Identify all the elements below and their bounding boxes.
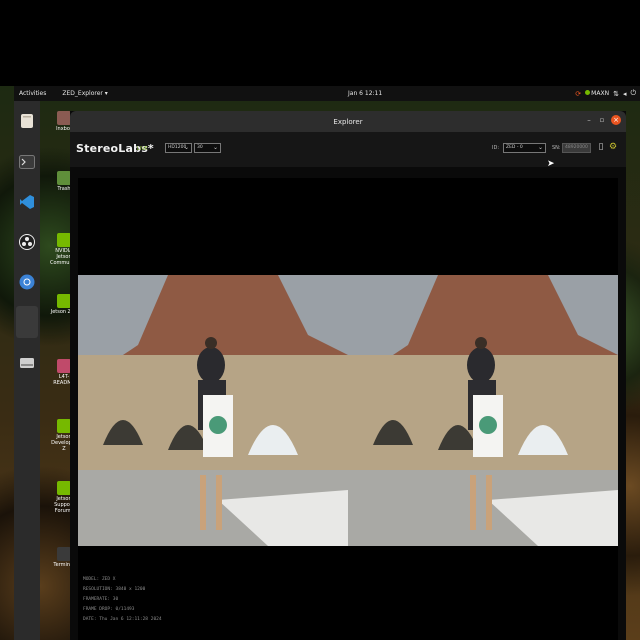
home-folder-icon: [57, 111, 71, 125]
volume-icon[interactable]: ◂: [623, 90, 627, 98]
right-camera-view: [348, 275, 618, 546]
drive-icon[interactable]: [18, 354, 36, 372]
power-icon[interactable]: ⏻: [630, 89, 636, 98]
activities-button[interactable]: Activities: [19, 90, 46, 97]
live-badge: LIVE: [137, 146, 148, 152]
vscode-icon[interactable]: [18, 193, 36, 211]
close-button[interactable]: ×: [611, 115, 621, 125]
info-resolution: RESOLUTION: 3840 x 1200: [83, 587, 146, 592]
top-bar: Activities ZED_Explorer ▾ Jan 6 12:11 ⟳ …: [14, 86, 640, 101]
maximize-button[interactable]: ▫: [598, 116, 606, 124]
chevron-down-icon: ⌄: [212, 144, 218, 151]
terminal-icon: [57, 547, 71, 561]
nvidia-icon: [585, 90, 591, 95]
files-icon[interactable]: [18, 112, 36, 130]
network-icon[interactable]: ⇅: [613, 90, 619, 98]
window-titlebar[interactable]: Explorer – ▫ ×: [70, 111, 626, 132]
mouse-cursor-icon: ➤: [547, 159, 555, 169]
resolution-select[interactable]: HD1200 ⌄: [165, 143, 192, 153]
explorer-window: Explorer – ▫ × StereoLabs* LIVE HD1200 ⌄…: [70, 111, 626, 640]
desktop-icon-label: Trash: [57, 186, 71, 192]
update-icon[interactable]: ⟳: [575, 90, 581, 98]
info-model: MODEL: ZED X: [83, 577, 116, 582]
app-menu[interactable]: ZED_Explorer ▾: [62, 90, 107, 97]
info-framerate: FRAMERATE: 30: [83, 597, 119, 602]
info-frame-drop: FRAME DROP: 0/11493: [83, 607, 135, 612]
drive-icon: [57, 359, 71, 373]
desktop-icons: lnxbot Trash NVIDIA Jetson Community Jet…: [40, 101, 79, 640]
fps-select[interactable]: 30 ⌄: [194, 143, 221, 153]
power-mode-label: MAXN: [591, 90, 610, 97]
fps-value: 30: [197, 145, 203, 150]
serial-number-label: SN:: [552, 145, 561, 151]
explorer-toolbar: StereoLabs* LIVE HD1200 ⌄ 30 ⌄ ID: ZED -…: [70, 132, 626, 167]
minimize-button[interactable]: –: [585, 116, 593, 124]
video-viewer: MODEL: ZED X RESOLUTION: 3840 x 1200 FRA…: [78, 178, 618, 640]
camera-info-panel: MODEL: ZED X RESOLUTION: 3840 x 1200 FRA…: [83, 575, 162, 625]
camera-select[interactable]: ZED - 0 ⌄: [503, 143, 546, 153]
serial-number-field: 48920000: [562, 143, 591, 153]
camera-id-label: ID:: [492, 145, 500, 151]
nvidia-icon: [57, 481, 71, 495]
dock: [14, 101, 40, 640]
info-date: DATE: Thu Jan 6 12:11:28 2024: [83, 617, 162, 622]
refresh-icon[interactable]: ▯: [596, 142, 606, 152]
camera-select-value: ZED - 0: [506, 145, 523, 150]
clock[interactable]: Jan 6 12:11: [348, 90, 382, 97]
obs-icon[interactable]: [18, 233, 36, 251]
nvidia-icon: [57, 294, 71, 308]
serial-number-value: 48920000: [565, 145, 588, 150]
trash-icon: [57, 171, 71, 185]
stereo-view: [78, 275, 618, 546]
chevron-down-icon: ⌄: [183, 144, 189, 151]
nvidia-icon: [57, 233, 71, 247]
nvidia-icon: [57, 419, 71, 433]
chromium-icon[interactable]: [18, 273, 36, 291]
gear-icon[interactable]: ⚙: [608, 142, 618, 152]
system-tray[interactable]: ⟳ MAXN ⇅ ◂ ⏻: [575, 89, 636, 98]
power-mode[interactable]: MAXN: [585, 90, 609, 97]
blank-app-icon[interactable]: [16, 306, 38, 338]
window-title: Explorer: [333, 117, 363, 126]
terminal-icon[interactable]: [18, 153, 36, 171]
chevron-down-icon: ⌄: [537, 144, 543, 151]
left-camera-view: [78, 275, 348, 546]
